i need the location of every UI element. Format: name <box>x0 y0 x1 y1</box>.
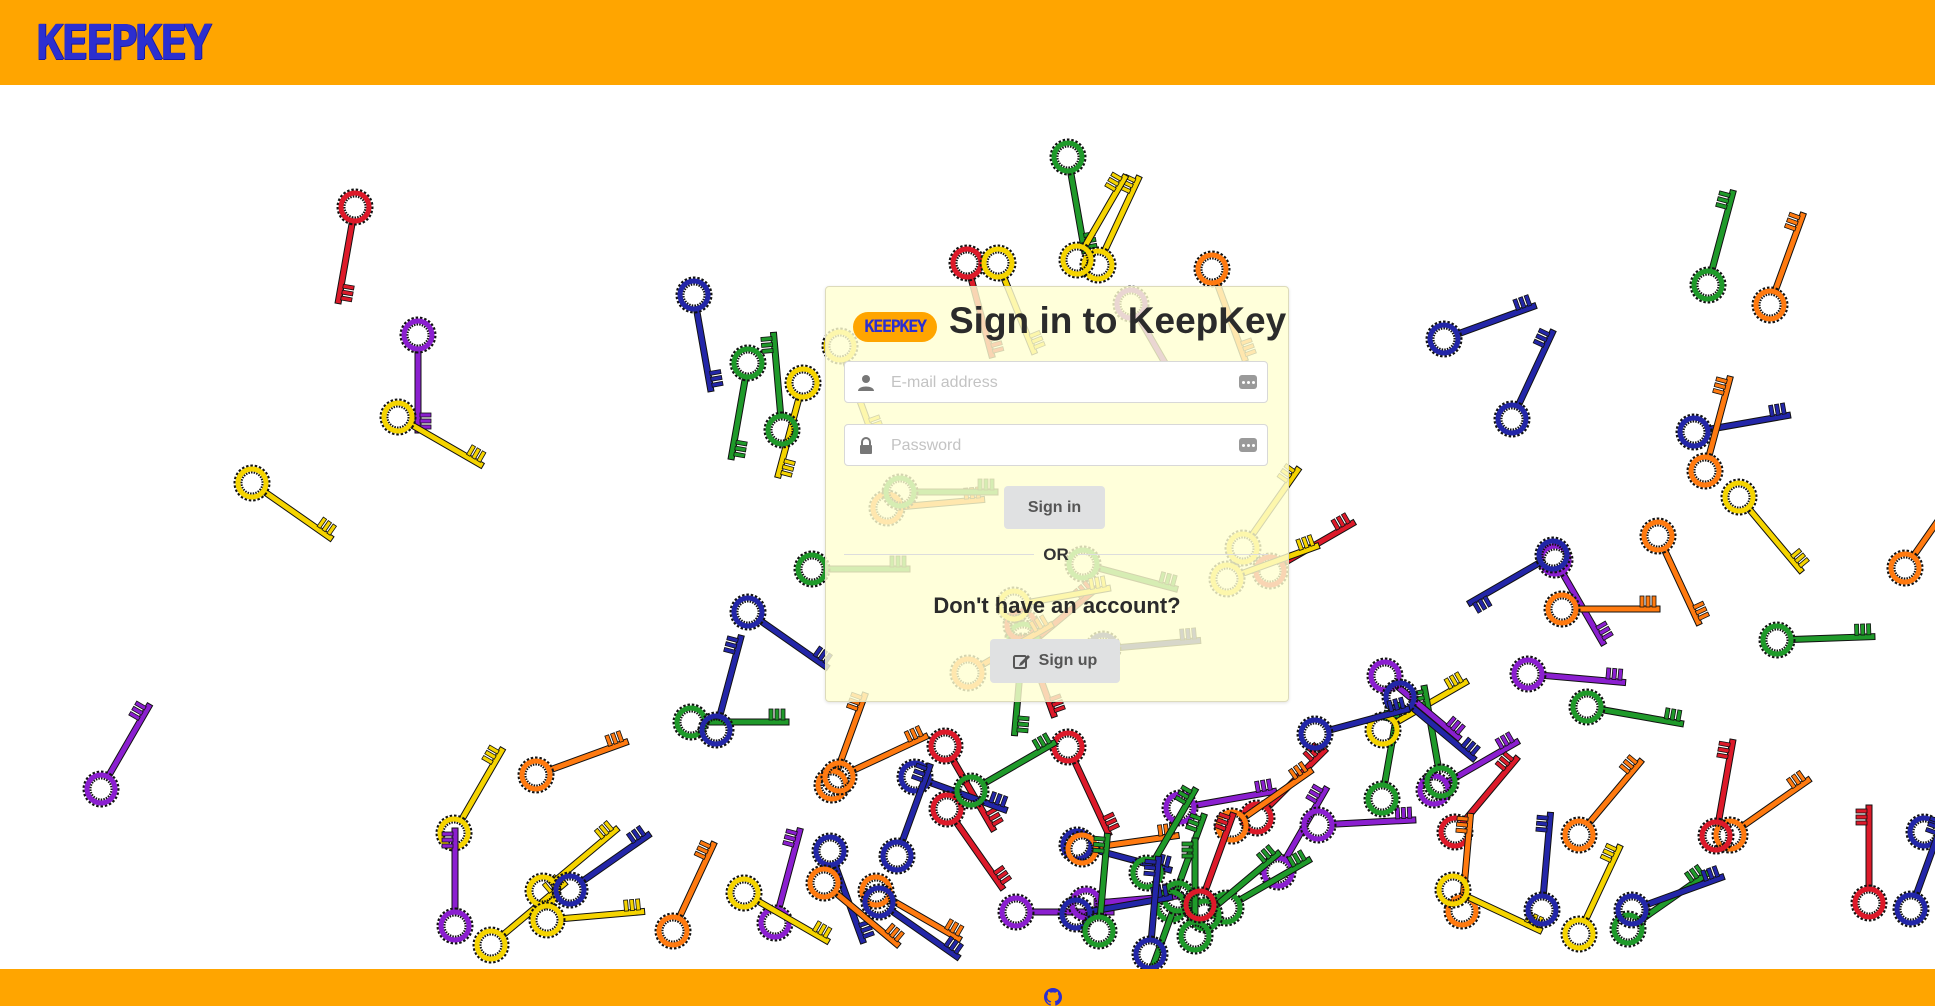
signin-card: KEEPKEY Sign in to KeepKey Sign in OR Do… <box>825 286 1289 702</box>
card-logo-text: KEEPKEY <box>864 317 927 337</box>
page-title: Sign in to KeepKey <box>949 300 1287 341</box>
top-navbar: KEEPKEY <box>0 0 1935 85</box>
footer-bar <box>0 969 1935 1006</box>
user-icon <box>858 375 874 391</box>
email-field[interactable] <box>844 361 1268 403</box>
or-divider: OR <box>844 543 1268 565</box>
edit-icon <box>1012 655 1030 669</box>
password-field[interactable] <box>844 424 1268 466</box>
email-input[interactable] <box>889 368 1223 398</box>
signin-button[interactable]: Sign in <box>1004 486 1105 529</box>
signup-button[interactable]: Sign up <box>990 639 1120 683</box>
password-manager-icon[interactable] <box>1239 438 1257 452</box>
password-manager-icon[interactable] <box>1239 375 1257 389</box>
password-input[interactable] <box>889 431 1223 461</box>
github-icon[interactable] <box>1044 988 1062 1006</box>
card-logo: KEEPKEY <box>853 312 937 342</box>
keepkey-logo[interactable]: KEEPKEY <box>36 17 212 67</box>
or-label: OR <box>1043 545 1069 564</box>
signup-label: Sign up <box>1038 652 1098 669</box>
no-account-text: Don't have an account? <box>933 593 1181 618</box>
lock-icon <box>860 437 872 454</box>
